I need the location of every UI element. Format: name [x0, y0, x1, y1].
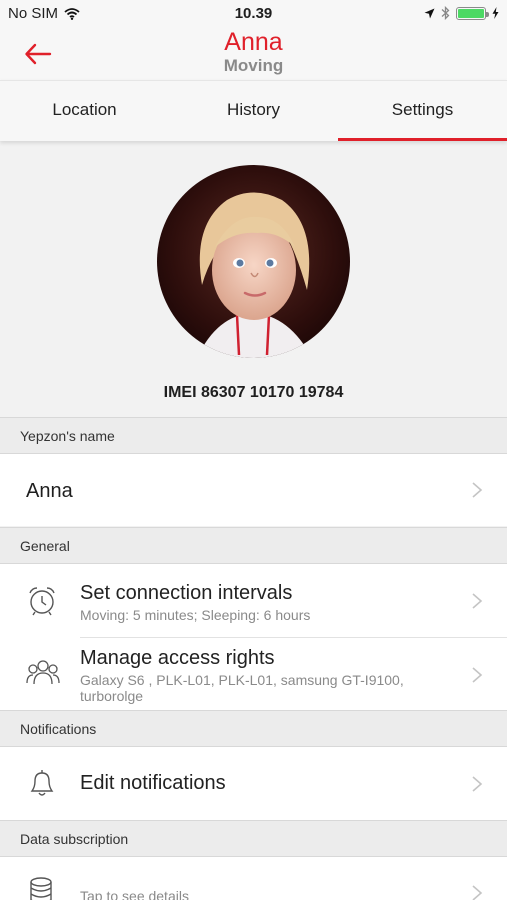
section-header-data-subscription: Data subscription — [0, 820, 507, 857]
bell-icon — [30, 770, 54, 796]
data-subscription-subtitle: Tap to see details — [80, 888, 189, 900]
access-rights-title: Manage access rights — [80, 647, 275, 669]
data-subscription-row[interactable]: Tap to see details — [0, 857, 507, 900]
avatar[interactable] — [157, 165, 350, 358]
tab-location[interactable]: Location — [0, 81, 169, 141]
tab-settings[interactable]: Settings — [338, 81, 507, 141]
connection-intervals-row[interactable]: Set connection intervals Moving: 5 minut… — [0, 564, 507, 637]
access-rights-subtitle-2: turborolge — [80, 688, 144, 704]
status-bar: No SIM 10.39 — [0, 0, 507, 28]
nav-bar: Anna Moving — [0, 28, 507, 80]
general-rows: Set connection intervals Moving: 5 minut… — [0, 564, 507, 711]
page-title: Anna — [224, 28, 283, 56]
connection-intervals-subtitle: Moving: 5 minutes; Sleeping: 6 hours — [80, 607, 311, 623]
section-header-name: Yepzon's name — [0, 417, 507, 454]
connection-intervals-title: Set connection intervals — [80, 582, 293, 604]
bluetooth-icon — [441, 6, 450, 20]
chevron-right-icon — [472, 776, 483, 792]
alarm-clock-icon — [29, 587, 55, 616]
charging-icon — [492, 7, 499, 19]
edit-notifications-title: Edit notifications — [80, 772, 226, 794]
imei-label: IMEI 86307 10170 19784 — [163, 384, 344, 401]
edit-notifications-row[interactable]: Edit notifications — [0, 747, 507, 820]
page-subtitle: Moving — [223, 56, 284, 75]
access-rights-text: Manage access rights Galaxy S6 , PLK-L01… — [80, 647, 404, 704]
access-rights-row[interactable]: Manage access rights Galaxy S6 , PLK-L01… — [0, 638, 507, 711]
name-value: Anna — [26, 480, 73, 502]
tab-bar: Location History Settings — [0, 80, 507, 141]
database-icon — [30, 877, 52, 900]
chevron-right-icon — [472, 667, 483, 683]
location-arrow-icon — [424, 8, 435, 18]
chevron-right-icon — [472, 593, 483, 609]
section-header-general: General — [0, 527, 507, 564]
section-header-notifications: Notifications — [0, 710, 507, 747]
chevron-right-icon — [472, 482, 483, 498]
status-right — [424, 6, 499, 20]
people-icon — [26, 660, 60, 685]
data-subscription-text: Tap to see details — [80, 886, 189, 900]
connection-intervals-text: Set connection intervals Moving: 5 minut… — [80, 582, 310, 623]
edit-notifications-text: Edit notifications — [80, 772, 226, 795]
tab-history[interactable]: History — [169, 81, 338, 141]
access-rights-subtitle-1: Galaxy S6 , PLK-L01, PLK-L01, samsung GT… — [80, 672, 404, 688]
chevron-right-icon — [472, 885, 483, 900]
name-row[interactable]: Anna — [0, 454, 507, 526]
battery-icon — [456, 6, 489, 20]
